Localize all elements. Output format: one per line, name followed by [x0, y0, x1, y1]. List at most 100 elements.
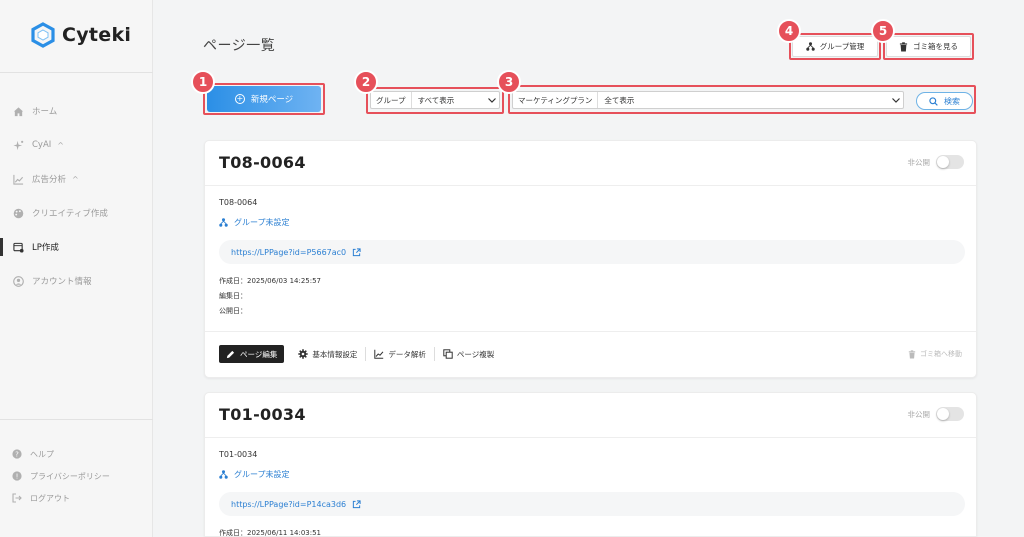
group-link-label: グループ未設定	[234, 470, 290, 479]
data-analysis-button[interactable]: データ解析	[365, 347, 434, 361]
page-card: T08-0064 非公開 T08-0064 グループ未設定 https://LP…	[204, 140, 977, 378]
sidebar-item-cyai[interactable]: CyAI ^	[0, 128, 153, 162]
trash-icon	[899, 41, 908, 51]
group-manage-button[interactable]: グループ管理	[792, 36, 878, 57]
hierarchy-icon	[805, 42, 815, 51]
sidebar-item-ad-analysis[interactable]: 広告分析 ^	[0, 162, 153, 196]
trash-icon	[908, 349, 916, 358]
card-divider	[205, 185, 976, 186]
logout-icon	[12, 493, 22, 503]
annotation-badge-4: 4	[777, 19, 801, 43]
external-link-icon[interactable]	[352, 247, 361, 257]
page-url-box: https://LPPage?id=P14ca3d6	[219, 492, 965, 516]
visibility-label: 非公開	[907, 409, 931, 419]
basic-settings-button[interactable]: 基本情報設定	[290, 347, 365, 361]
visibility-label: 非公開	[907, 157, 931, 167]
help-icon: ?	[12, 449, 22, 459]
group-filter-value: すべて表示	[417, 95, 455, 105]
annotation-badge-5: 5	[871, 19, 895, 43]
sidebar-item-account[interactable]: アカウント情報	[0, 264, 153, 298]
brand-name: Cyteki	[62, 24, 132, 46]
card-title: T01-0034	[219, 405, 306, 424]
copy-icon	[443, 349, 453, 359]
search-icon	[929, 96, 938, 106]
visibility-toggle[interactable]	[936, 407, 964, 421]
move-to-trash-button[interactable]: ゴミ箱へ移動	[908, 349, 962, 359]
sidebar-item-home[interactable]: ホーム	[0, 94, 153, 128]
sidebar-item-label: LP作成	[32, 243, 59, 253]
group-link[interactable]: グループ未設定	[219, 469, 290, 480]
search-button[interactable]: 検索	[916, 92, 973, 110]
card-divider	[205, 331, 976, 332]
logo[interactable]: Cyteki	[30, 22, 131, 48]
group-link-label: グループ未設定	[234, 218, 290, 227]
sidebar: Cyteki ホーム CyAI ^ 広告分析 ^ クリエイティブ作成 LP作成 …	[0, 0, 153, 537]
home-icon	[12, 105, 24, 117]
marketing-plan-value: 全て表示	[604, 95, 635, 105]
marketing-plan-label: マーケティングプラン	[513, 92, 599, 108]
duplicate-page-label: ページ複製	[456, 349, 495, 359]
chevron-up-icon: ^	[72, 174, 79, 184]
annotation-badge-2: 2	[354, 70, 378, 94]
new-page-button[interactable]: + 新規ページ	[207, 86, 321, 112]
gear-icon	[298, 349, 309, 359]
annotation-badge-3: 3	[497, 70, 521, 94]
group-filter-select[interactable]: グループ すべて表示	[370, 91, 500, 109]
lp-icon	[12, 241, 24, 253]
hierarchy-icon	[219, 470, 228, 479]
page-url-link[interactable]: https://LPPage?id=P5667ac0	[231, 248, 346, 257]
visibility-toggle-wrap: 非公開	[907, 155, 964, 169]
duplicate-page-button[interactable]: ページ複製	[433, 347, 502, 361]
sidebar-item-label: アカウント情報	[32, 277, 92, 287]
card-divider	[205, 437, 976, 438]
sidebar-item-label: CyAI	[32, 140, 52, 150]
sidebar-item-label: ログアウト	[30, 493, 70, 503]
new-page-label: 新規ページ	[250, 95, 294, 105]
group-link[interactable]: グループ未設定	[219, 217, 290, 228]
created-date: 作成日：2025/06/11 14:03:51	[219, 529, 322, 537]
visibility-toggle-wrap: 非公開	[907, 407, 964, 421]
card-subtitle: T08-0064	[219, 198, 258, 207]
edit-page-button[interactable]: ページ編集	[219, 345, 285, 363]
page-url-link[interactable]: https://LPPage?id=P14ca3d6	[231, 500, 346, 509]
chart-icon	[12, 173, 24, 185]
view-trash-label: ゴミ箱を見る	[913, 42, 958, 51]
annotation-badge-1: 1	[191, 70, 215, 94]
sparkle-icon	[12, 139, 24, 151]
sidebar-item-label: プライバシーポリシー	[30, 471, 110, 481]
page-url-box: https://LPPage?id=P5667ac0	[219, 240, 965, 264]
info-icon: !	[12, 471, 22, 481]
sidebar-nav: ホーム CyAI ^ 広告分析 ^ クリエイティブ作成 LP作成 アカウント情報	[0, 94, 153, 298]
data-analysis-label: データ解析	[388, 349, 426, 359]
edited-date: 編集日：	[219, 292, 247, 300]
view-trash-button[interactable]: ゴミ箱を見る	[886, 36, 971, 57]
chevron-down-icon	[485, 97, 499, 103]
marketing-plan-select[interactable]: マーケティングプラン 全て表示	[512, 91, 904, 109]
card-actions: ページ編集 基本情報設定 データ解析 ページ複製	[219, 345, 502, 363]
group-manage-label: グループ管理	[819, 42, 865, 51]
group-filter-label: グループ	[371, 92, 412, 108]
sidebar-item-creative[interactable]: クリエイティブ作成	[0, 196, 153, 230]
external-link-icon[interactable]	[352, 499, 361, 509]
sidebar-item-label: クリエイティブ作成	[32, 209, 108, 219]
sidebar-item-privacy[interactable]: ! プライバシーポリシー	[0, 465, 153, 487]
move-to-trash-label: ゴミ箱へ移動	[920, 350, 962, 358]
pencil-icon	[226, 350, 235, 358]
sidebar-item-label: ヘルプ	[30, 449, 54, 459]
page-card: T01-0034 非公開 T01-0034 グループ未設定 https://LP…	[204, 392, 977, 537]
svg-text:!: !	[16, 473, 19, 481]
search-label: 検索	[944, 96, 960, 106]
card-title: T08-0064	[219, 153, 306, 172]
visibility-toggle[interactable]	[936, 155, 964, 169]
page-meta: 作成日：2025/06/03 14:25:57 編集日： 公開日：	[219, 274, 321, 319]
cyteki-logo-icon	[31, 22, 55, 48]
basic-settings-label: 基本情報設定	[312, 349, 358, 359]
sidebar-item-logout[interactable]: ログアウト	[0, 487, 153, 509]
sidebar-item-help[interactable]: ? ヘルプ	[0, 443, 153, 465]
chevron-down-icon	[889, 97, 903, 103]
page-title: ページ一覧	[203, 38, 276, 54]
sidebar-divider	[0, 72, 153, 73]
sidebar-item-lp[interactable]: LP作成	[0, 230, 153, 264]
line-chart-icon	[374, 349, 384, 359]
palette-icon	[12, 207, 24, 219]
